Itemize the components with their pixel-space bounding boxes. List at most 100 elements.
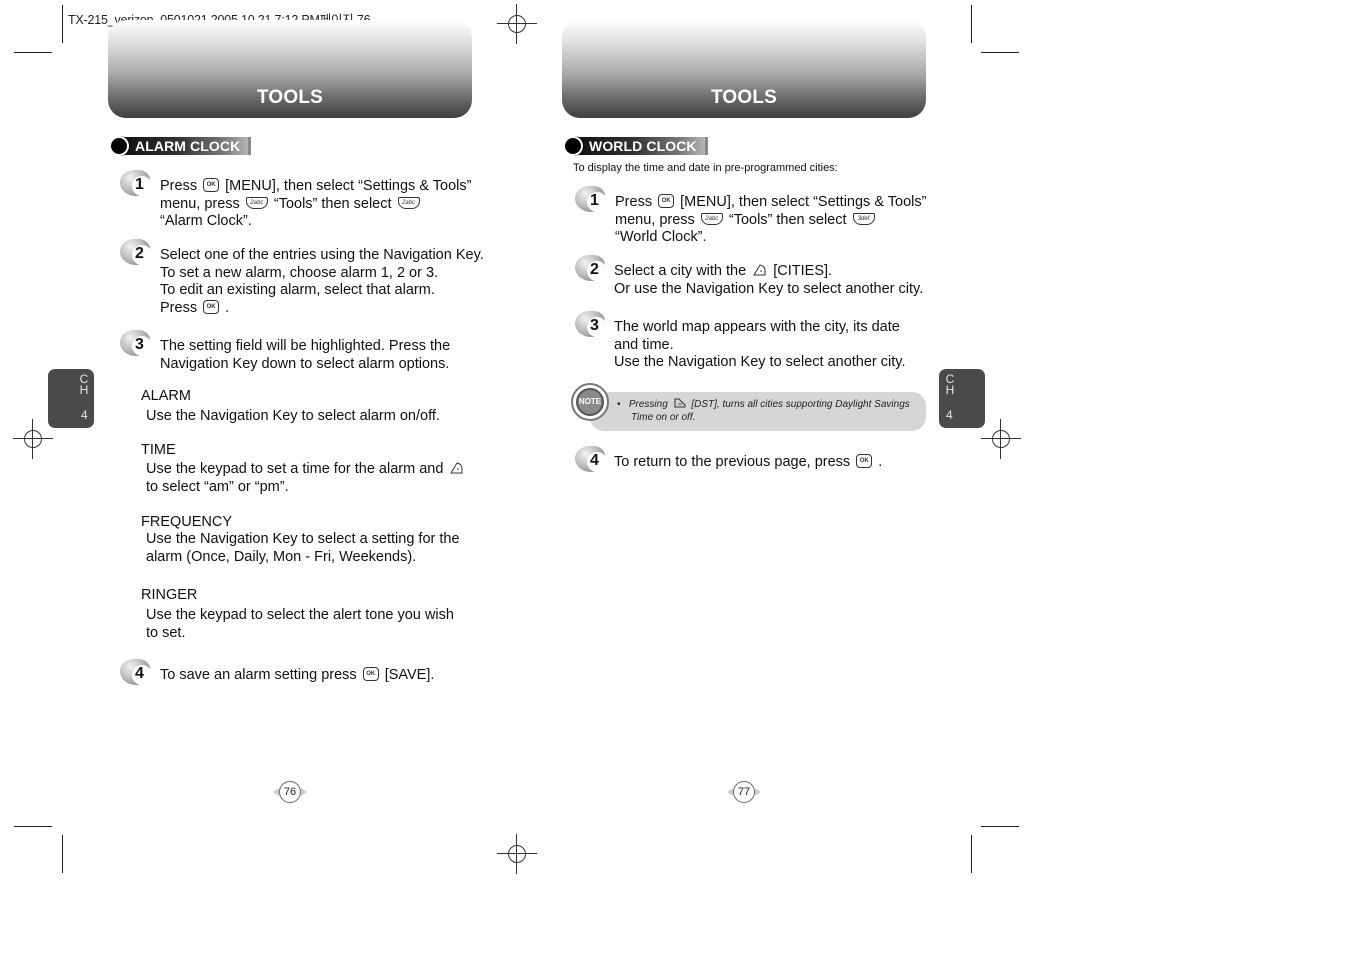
text-run: alarm (Once, Daily, Mon - Fri, Weekends)… [146, 548, 417, 565]
step-text: Press OK [MENU], then select “Settings &… [160, 178, 471, 231]
section-label: WORLD CLOCK [563, 136, 708, 156]
note-icon-label: NOTE [578, 397, 602, 406]
text-run: [MENU], then select “Settings & Tools” [225, 178, 472, 194]
registration-mark-icon [497, 4, 537, 44]
registration-mark-icon [13, 419, 53, 459]
option-title-time: TIME [141, 442, 176, 458]
text-run: To edit an existing alarm, select that a… [160, 282, 435, 298]
crop-mark [971, 835, 972, 873]
text-run: To set a new alarm, choose alarm 1, 2 or… [160, 264, 439, 281]
ok-key-icon: OK [362, 667, 379, 682]
text-run: To return to the previous page, press [614, 454, 855, 470]
step-text: Press OK [MENU], then select “Settings &… [615, 194, 926, 247]
right-soft-key-icon [450, 462, 463, 474]
option-desc-time: Use the keypad to set a time for the ala… [146, 461, 466, 496]
step-text: The world map appears with the city, its… [614, 319, 906, 372]
step-number: 4 [590, 452, 599, 469]
step-text: To save an alarm setting press OK [SAVE]… [160, 667, 434, 685]
text-run: [CITIES]. [773, 263, 833, 279]
text-run: Use the keypad to select the alert tone … [146, 607, 454, 623]
text-run: The setting field will be highlighted. P… [160, 338, 451, 354]
step-number: 2 [135, 245, 144, 262]
text-run: “World Clock”. [615, 229, 707, 245]
step-badge: 2 [575, 255, 609, 283]
step-number: 1 [135, 176, 144, 193]
text-run: “Tools” then select [728, 211, 851, 228]
step-text: Select a city with the [CITIES]. Or use … [614, 263, 923, 298]
option-desc-ringer: Use the keypad to select the alert tone … [146, 607, 454, 642]
chapter-tab: C H 4 [48, 369, 94, 428]
step-badge: 1 [575, 186, 609, 214]
text-run: “Tools” then select [273, 195, 396, 212]
option-desc-frequency: Use the Navigation Key to select a setti… [146, 531, 460, 566]
step-text: To return to the previous page, press OK… [614, 454, 882, 472]
key-2-icon: 2abc [700, 212, 723, 225]
text-run: Use the Navigation Key to select a setti… [146, 531, 460, 547]
text-run: “Alarm Clock”. [160, 213, 252, 229]
step-number: 1 [590, 192, 599, 209]
text-run: Use the Navigation Key to select alarm o… [146, 408, 440, 424]
text-run: Navigation Key down to select alarm opti… [160, 355, 450, 372]
key-2-icon: 2abc [245, 196, 268, 209]
text-run: and time. [614, 336, 674, 353]
text-run: Press [160, 178, 202, 194]
crop-mark [14, 826, 52, 827]
chapter-letter: H [79, 383, 89, 397]
step-number: 3 [135, 336, 144, 353]
ok-key-icon: OK [203, 178, 220, 193]
chapter-number: 4 [946, 408, 953, 422]
left-soft-key-icon [674, 398, 686, 408]
text-run: [DST], turns all cities supporting Dayli… [691, 399, 910, 410]
text-run: menu, press [615, 211, 699, 228]
crop-mark [981, 52, 1019, 53]
section-intro: To display the time and date in pre-prog… [573, 162, 838, 174]
text-run: [SAVE]. [380, 667, 435, 683]
banner-title: TOOLS [256, 87, 324, 108]
chapter-number: 4 [81, 408, 88, 422]
note-icon: NOTE [571, 383, 609, 421]
text-run: . [874, 454, 883, 470]
ok-key-icon: OK [658, 194, 675, 209]
page-banner: TOOLS [562, 20, 926, 118]
option-title-alarm: ALARM [141, 388, 191, 404]
option-title-frequency: FREQUENCY [141, 514, 233, 530]
text-run: Use the keypad to set a time for the ala… [146, 461, 448, 477]
text-run: Select one of the entries using the Navi… [160, 247, 484, 263]
key-3-icon: 3def [852, 212, 875, 225]
right-soft-key-icon [753, 264, 766, 276]
text-run: [MENU], then select “Settings & Tools” [680, 194, 927, 210]
crop-mark [981, 826, 1019, 827]
key-2-icon: 2abc [397, 196, 420, 209]
option-title-ringer: RINGER [141, 587, 198, 603]
page-number: 76 [273, 781, 307, 803]
crop-mark [971, 5, 972, 43]
step-text: The setting field will be highlighted. P… [160, 338, 450, 373]
text-run: To save an alarm setting press [160, 667, 361, 683]
chapter-tab: C H 4 [939, 369, 985, 428]
bullet-dot-icon [563, 136, 583, 156]
text-run: Press [615, 194, 657, 210]
ok-key-icon: OK [203, 299, 220, 314]
step-badge: 3 [120, 330, 154, 358]
step-badge: 1 [120, 170, 154, 198]
crop-mark [62, 835, 63, 873]
step-badge: 3 [575, 311, 609, 339]
option-desc-alarm: Use the Navigation Key to select alarm o… [146, 408, 440, 426]
section-title: WORLD CLOCK [577, 137, 708, 155]
crop-mark [62, 5, 63, 43]
text-run: to select “am” or “pm”. [146, 478, 289, 495]
step-number: 2 [590, 261, 599, 278]
banner-title: TOOLS [710, 87, 778, 108]
step-badge: 4 [120, 659, 154, 687]
note-text: • Pressing [DST], turns all cities suppo… [617, 398, 910, 424]
page-number: 77 [727, 781, 761, 803]
text-run: Or use the Navigation Key to select anot… [614, 280, 924, 297]
registration-mark-icon [981, 419, 1021, 459]
step-badge: 4 [575, 446, 609, 474]
text-run: The world map appears with the city, its… [614, 319, 900, 335]
text-run: Select a city with the [614, 263, 751, 279]
registration-mark-icon [497, 834, 537, 874]
text-run: Press [160, 299, 202, 316]
bullet: • [617, 399, 621, 410]
page-banner: TOOLS [108, 20, 472, 118]
